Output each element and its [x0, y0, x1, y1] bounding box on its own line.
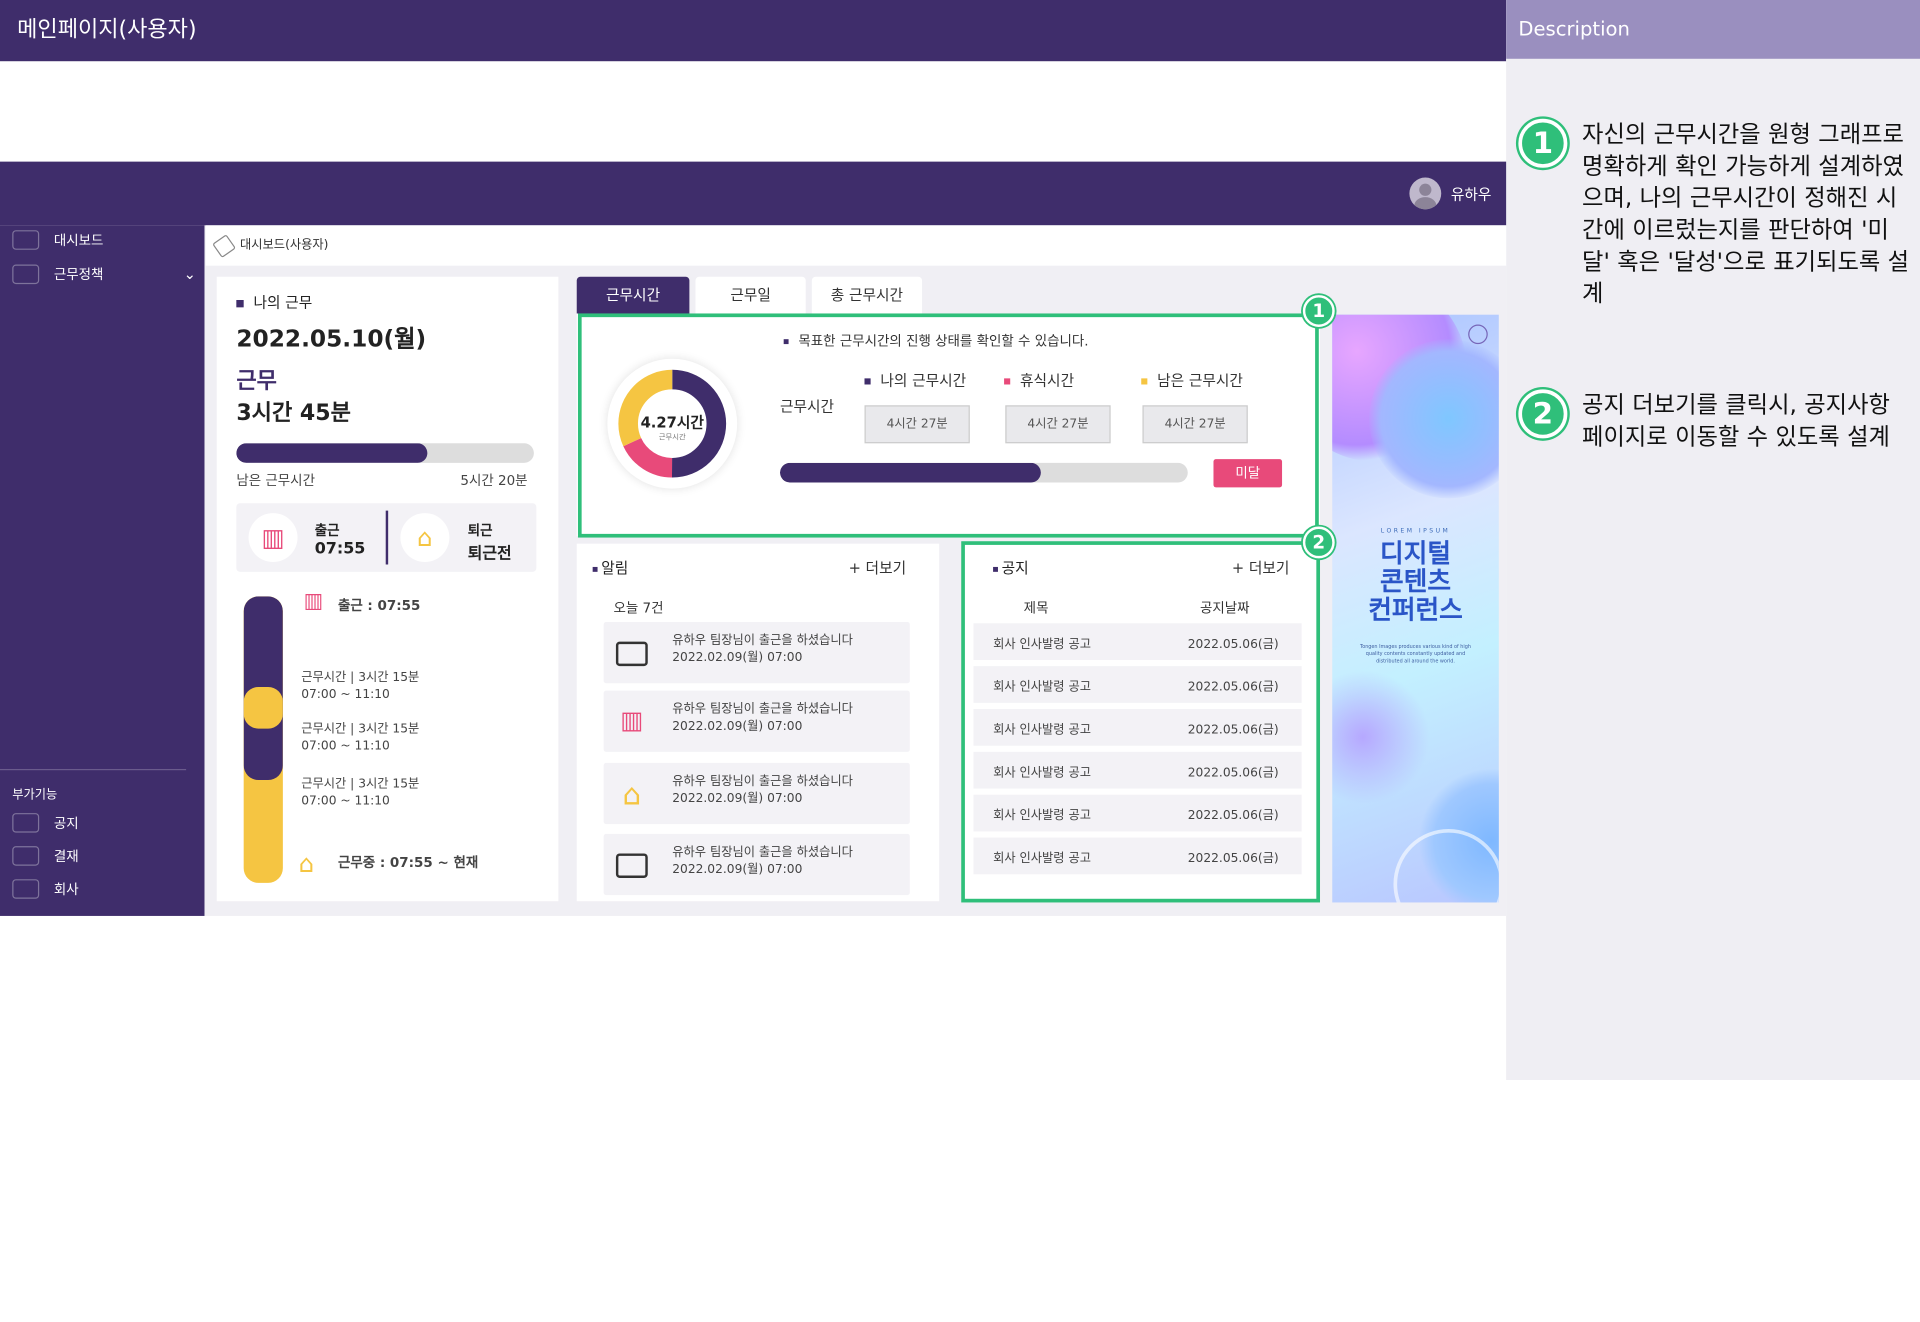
conference-banner[interactable]: LOREM IPSUM 디지털 콘텐츠 컨퍼런스 Tongen Images pro…	[1332, 314, 1499, 903]
banner-kicker: LOREM IPSUM	[1380, 527, 1451, 536]
work-status: 근무	[236, 368, 277, 395]
tab-work-time[interactable]: 근무시간	[576, 276, 690, 314]
tab-work-days[interactable]: 근무일	[695, 276, 806, 314]
sidebar-item-label: 결재	[53, 848, 79, 865]
remaining-value: 5시간 20분	[460, 472, 528, 489]
sidebar-item-label: 회사	[53, 881, 79, 898]
sidebar-sub-heading: 부가기능	[12, 788, 58, 803]
checkout-label: 퇴근	[467, 522, 493, 539]
description-item-2: 2 공지 더보기를 클릭시, 공지사항 페이지로 이동할 수 있도록 설계	[1518, 389, 1910, 453]
my-work-heading: 나의 근무	[236, 291, 312, 312]
annotation-box-1	[577, 313, 1319, 538]
timeline-entry-3: 근무시간 | 3시간 15분 07:00 ~ 11:10	[301, 777, 420, 809]
checkin-label: 출근	[314, 522, 340, 539]
checkin-checkout-box: ▥ 출근 07:55 ⌂ 퇴근 퇴근전	[236, 503, 537, 572]
description-item-1: 1 자신의 근무시간을 원형 그래프로 명확하게 확인 가능하게 설계하였으며,…	[1518, 118, 1910, 310]
home-icon: ⌂	[622, 777, 642, 812]
remaining-label: 남은 근무시간	[236, 472, 315, 489]
paperclip-icon	[212, 234, 237, 259]
chart-icon	[12, 264, 40, 285]
tab-total-work-time[interactable]: 총 근무시간	[811, 276, 923, 314]
timeline-bar	[243, 596, 283, 883]
home-icon: ⌂	[298, 848, 315, 878]
clipboard-icon	[12, 846, 40, 866]
divider	[385, 510, 389, 565]
checkout-value: 퇴근전	[467, 544, 512, 564]
building-icon: ▥	[303, 588, 324, 614]
description-heading: Description	[1506, 0, 1920, 59]
work-duration: 3시간 45분	[236, 400, 351, 427]
breadcrumb: 대시보드(사용자)	[205, 225, 1507, 266]
sidebar-item-approval[interactable]: 결재	[12, 844, 79, 868]
list-item[interactable]: 유하우 팀장님이 출근을 하셨습니다 2022.02.09(월) 07:00	[603, 622, 910, 684]
callout-number-1: 1	[1518, 118, 1568, 168]
avatar	[1409, 177, 1442, 210]
briefcase-icon	[615, 853, 648, 878]
timeline-entry-2: 근무시간 | 3시간 15분 07:00 ~ 11:10	[301, 722, 420, 754]
alerts-count: 오늘 7건	[613, 600, 664, 616]
work-progress-fill	[236, 443, 427, 463]
list-item[interactable]: ▥ 유하우 팀장님이 출근을 하셨습니다 2022.02.09(월) 07:00	[603, 690, 910, 752]
timeline-start: 출근 : 07:55	[337, 597, 421, 614]
user-name: 유하우	[1450, 185, 1492, 203]
annotation-marker-1: 1	[1302, 295, 1335, 327]
work-progress-bar	[236, 443, 534, 463]
briefcase-icon	[615, 641, 648, 667]
annotation-marker-2: 2	[1302, 526, 1335, 559]
home-icon: ⌂	[400, 513, 450, 563]
banner-title: 디지털 콘텐츠 컨퍼런스	[1368, 538, 1463, 625]
megaphone-icon	[12, 813, 40, 833]
page-title: 메인페이지(사용자)	[0, 0, 1507, 62]
sidebar-divider	[0, 768, 187, 771]
sidebar-item-company[interactable]: 회사	[12, 877, 79, 901]
checkin-time: 07:55	[314, 540, 366, 559]
sidebar-item-label: 대시보드	[53, 232, 104, 249]
alerts-more-link[interactable]: + 더보기	[849, 557, 907, 578]
description-panel: Description 1 자신의 근무시간을 원형 그래프로 명확하게 확인 …	[1506, 0, 1920, 1081]
list-item[interactable]: 유하우 팀장님이 출근을 하셨습니다 2022.02.09(월) 07:00	[603, 833, 910, 896]
chevron-down-icon[interactable]: ⌄	[184, 266, 196, 283]
user-menu[interactable]: 유하우	[1409, 177, 1492, 210]
building-icon: ▥	[620, 705, 644, 735]
sidebar-item-work-policy[interactable]: 근무정책 ⌄	[12, 262, 196, 286]
callout-number-2: 2	[1518, 389, 1568, 439]
timeline-current: 근무중 : 07:55 ~ 현재	[337, 854, 479, 871]
work-date: 2022.05.10(월)	[236, 325, 427, 353]
sidebar-item-label: 근무정책	[53, 266, 104, 283]
sidebar-item-dashboard[interactable]: 대시보드	[12, 228, 103, 252]
sidebar-item-label: 공지	[53, 815, 79, 832]
annotation-box-2	[961, 541, 1321, 903]
timeline-entry-1: 근무시간 | 3시간 15분 07:00 ~ 11:10	[301, 671, 420, 702]
building-icon	[12, 879, 40, 899]
pencil-icon	[12, 230, 40, 250]
app-header: 유하우	[0, 161, 1507, 226]
sidebar-item-notice[interactable]: 공지	[12, 811, 79, 835]
alerts-heading: 알림	[592, 557, 628, 578]
description-text-2: 공지 더보기를 클릭시, 공지사항 페이지로 이동할 수 있도록 설계	[1582, 391, 1890, 451]
close-icon[interactable]	[1468, 324, 1488, 345]
description-text-1: 자신의 근무시간을 원형 그래프로 명확하게 확인 가능하게 설계하였으며, 나…	[1582, 121, 1910, 308]
banner-body: Tongen Images produces various kind of h…	[1360, 642, 1471, 664]
list-item[interactable]: ⌂ 유하우 팀장님이 출근을 하셨습니다 2022.02.09(월) 07:00	[603, 762, 910, 825]
sidebar: 대시보드 근무정책 ⌄ 부가기능 공지 결재 회사	[0, 225, 205, 916]
building-icon: ▥	[248, 513, 298, 563]
breadcrumb-label[interactable]: 대시보드(사용자)	[240, 239, 328, 252]
